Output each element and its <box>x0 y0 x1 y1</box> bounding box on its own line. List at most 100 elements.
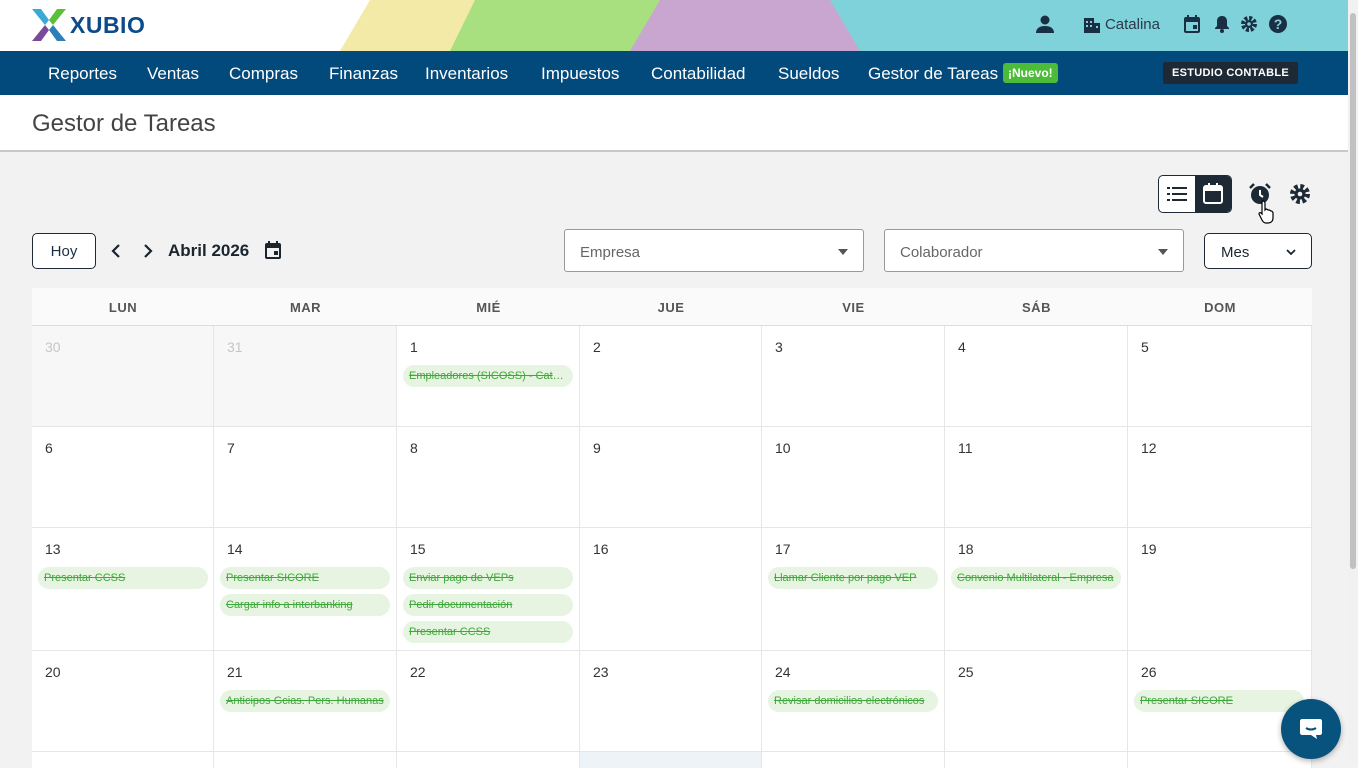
day-cell[interactable] <box>580 752 762 768</box>
day-header: VIE <box>842 300 865 315</box>
day-cell[interactable] <box>397 752 580 768</box>
day-number: 16 <box>593 541 609 557</box>
task-item[interactable]: Pedir documentación <box>403 594 573 616</box>
day-cell[interactable]: 4 <box>945 326 1128 427</box>
calendar-picker-icon[interactable] <box>263 240 283 260</box>
studio-button[interactable]: ESTUDIO CONTABLE <box>1163 62 1298 84</box>
day-cell[interactable] <box>32 752 214 768</box>
nav-finanzas[interactable]: Finanzas <box>329 64 398 84</box>
building-icon[interactable] <box>1083 15 1101 33</box>
day-cell[interactable]: 13 Presentar CCSS <box>32 528 214 651</box>
day-cell[interactable]: 24 Revisar domicilios electrónicos <box>762 651 945 752</box>
day-cell[interactable]: 21 Anticipos Gcias. Pers. Humanas <box>214 651 397 752</box>
svg-text:?: ? <box>1274 16 1283 32</box>
nav-contabilidad[interactable]: Contabilidad <box>651 64 746 84</box>
calendar-view-button[interactable] <box>1195 176 1231 212</box>
task-item[interactable]: Cargar info a interbanking <box>220 594 390 616</box>
day-number: 5 <box>1141 339 1149 355</box>
day-cell[interactable]: 12 <box>1128 427 1312 528</box>
day-cell[interactable]: 2 <box>580 326 762 427</box>
day-cell[interactable]: 10 <box>762 427 945 528</box>
day-number: 22 <box>410 664 426 680</box>
day-cell[interactable]: 18 Convenio Multilateral - Empresa <box>945 528 1128 651</box>
settings-icon[interactable] <box>1289 183 1311 205</box>
nav-inventarios[interactable]: Inventarios <box>425 64 508 84</box>
day-cell[interactable]: 15 Enviar pago de VEPs Pedir documentación… <box>397 528 580 651</box>
header-decoration <box>340 0 920 51</box>
gear-icon[interactable] <box>1240 15 1258 33</box>
task-item[interactable]: Presentar CCSS <box>38 567 208 589</box>
day-header: MIÉ <box>476 300 501 315</box>
task-item[interactable]: Enviar pago de VEPs <box>403 567 573 589</box>
day-cell[interactable]: 3 <box>762 326 945 427</box>
day-cell[interactable] <box>214 752 397 768</box>
day-number: 7 <box>227 440 235 456</box>
day-cell[interactable]: 17 Llamar Cliente por pago VEP <box>762 528 945 651</box>
day-number: 10 <box>775 440 791 456</box>
list-view-button[interactable] <box>1159 176 1195 212</box>
day-number: 18 <box>958 541 974 557</box>
day-number: 14 <box>227 541 243 557</box>
scrollbar-thumb[interactable] <box>1350 13 1356 569</box>
view-range-select[interactable]: Mes <box>1204 233 1312 269</box>
bell-icon[interactable] <box>1214 15 1230 33</box>
task-item[interactable]: Presentar SICORE <box>1134 690 1304 712</box>
day-cell[interactable]: 20 <box>32 651 214 752</box>
day-number: 23 <box>593 664 609 680</box>
task-item[interactable]: Presentar SICORE <box>220 567 390 589</box>
day-number: 4 <box>958 339 966 355</box>
chat-button[interactable] <box>1281 699 1341 759</box>
day-number: 24 <box>775 664 791 680</box>
day-header: SÁB <box>1022 300 1051 315</box>
day-number: 8 <box>410 440 418 456</box>
day-cell[interactable]: 7 <box>214 427 397 528</box>
day-header: DOM <box>1204 300 1236 315</box>
day-cell[interactable]: 23 <box>580 651 762 752</box>
day-cell[interactable]: 30 <box>32 326 214 427</box>
nav-compras[interactable]: Compras <box>229 64 298 84</box>
day-cell[interactable]: 19 <box>1128 528 1312 651</box>
task-item[interactable]: Anticipos Gcias. Pers. Humanas <box>220 690 390 712</box>
empresa-select[interactable]: Empresa <box>564 229 864 272</box>
day-cell[interactable]: 16 <box>580 528 762 651</box>
task-item[interactable]: Presentar CCSS <box>403 621 573 643</box>
nav-gestor-de-tareas[interactable]: Gestor de Tareas <box>868 64 998 84</box>
month-calendar: LUN MAR MIÉ JUE VIE SÁB DOM 30 31 1 Empleadores (… <box>32 288 1312 768</box>
task-item[interactable]: Revisar domicilios electrónicos <box>768 690 938 712</box>
day-number: 17 <box>775 541 791 557</box>
day-cell[interactable]: 11 <box>945 427 1128 528</box>
help-icon[interactable]: ? <box>1268 14 1288 34</box>
day-cell[interactable] <box>945 752 1128 768</box>
nav-ventas[interactable]: Ventas <box>147 64 199 84</box>
task-item[interactable]: Empleadores (SICOSS) - Catalina <box>403 365 573 387</box>
task-item[interactable]: Convenio Multilateral - Empresa <box>951 567 1121 589</box>
xubio-logo[interactable]: XUBIO <box>32 9 145 41</box>
list-icon <box>1167 187 1187 201</box>
day-number: 1 <box>410 339 418 355</box>
day-cell[interactable] <box>762 752 945 768</box>
day-cell[interactable]: 31 <box>214 326 397 427</box>
colaborador-select[interactable]: Colaborador <box>884 229 1184 272</box>
user-icon[interactable] <box>1035 14 1055 34</box>
day-cell[interactable]: 8 <box>397 427 580 528</box>
day-cell[interactable]: 14 Presentar SICORE Cargar info a interban… <box>214 528 397 651</box>
nav-impuestos[interactable]: Impuestos <box>541 64 619 84</box>
calendar-icon[interactable] <box>1182 14 1202 34</box>
day-number: 13 <box>45 541 61 557</box>
user-name[interactable]: Catalina <box>1105 16 1160 33</box>
day-cell[interactable]: 5 <box>1128 326 1312 427</box>
day-cell[interactable]: 22 <box>397 651 580 752</box>
month-label: Abril 2026 <box>168 241 250 260</box>
chevron-right-icon[interactable] <box>141 243 155 259</box>
day-cell[interactable] <box>1128 752 1312 768</box>
nav-sueldos[interactable]: Sueldos <box>778 64 839 84</box>
chat-icon <box>1300 719 1322 739</box>
nav-reportes[interactable]: Reportes <box>48 64 117 84</box>
day-cell[interactable]: 9 <box>580 427 762 528</box>
day-cell[interactable]: 6 <box>32 427 214 528</box>
task-item[interactable]: Llamar Cliente por pago VEP <box>768 567 938 589</box>
day-cell[interactable]: 25 <box>945 651 1128 752</box>
today-button[interactable]: Hoy <box>32 233 96 269</box>
day-cell[interactable]: 1 Empleadores (SICOSS) - Catalina <box>397 326 580 427</box>
chevron-left-icon[interactable] <box>109 243 123 259</box>
